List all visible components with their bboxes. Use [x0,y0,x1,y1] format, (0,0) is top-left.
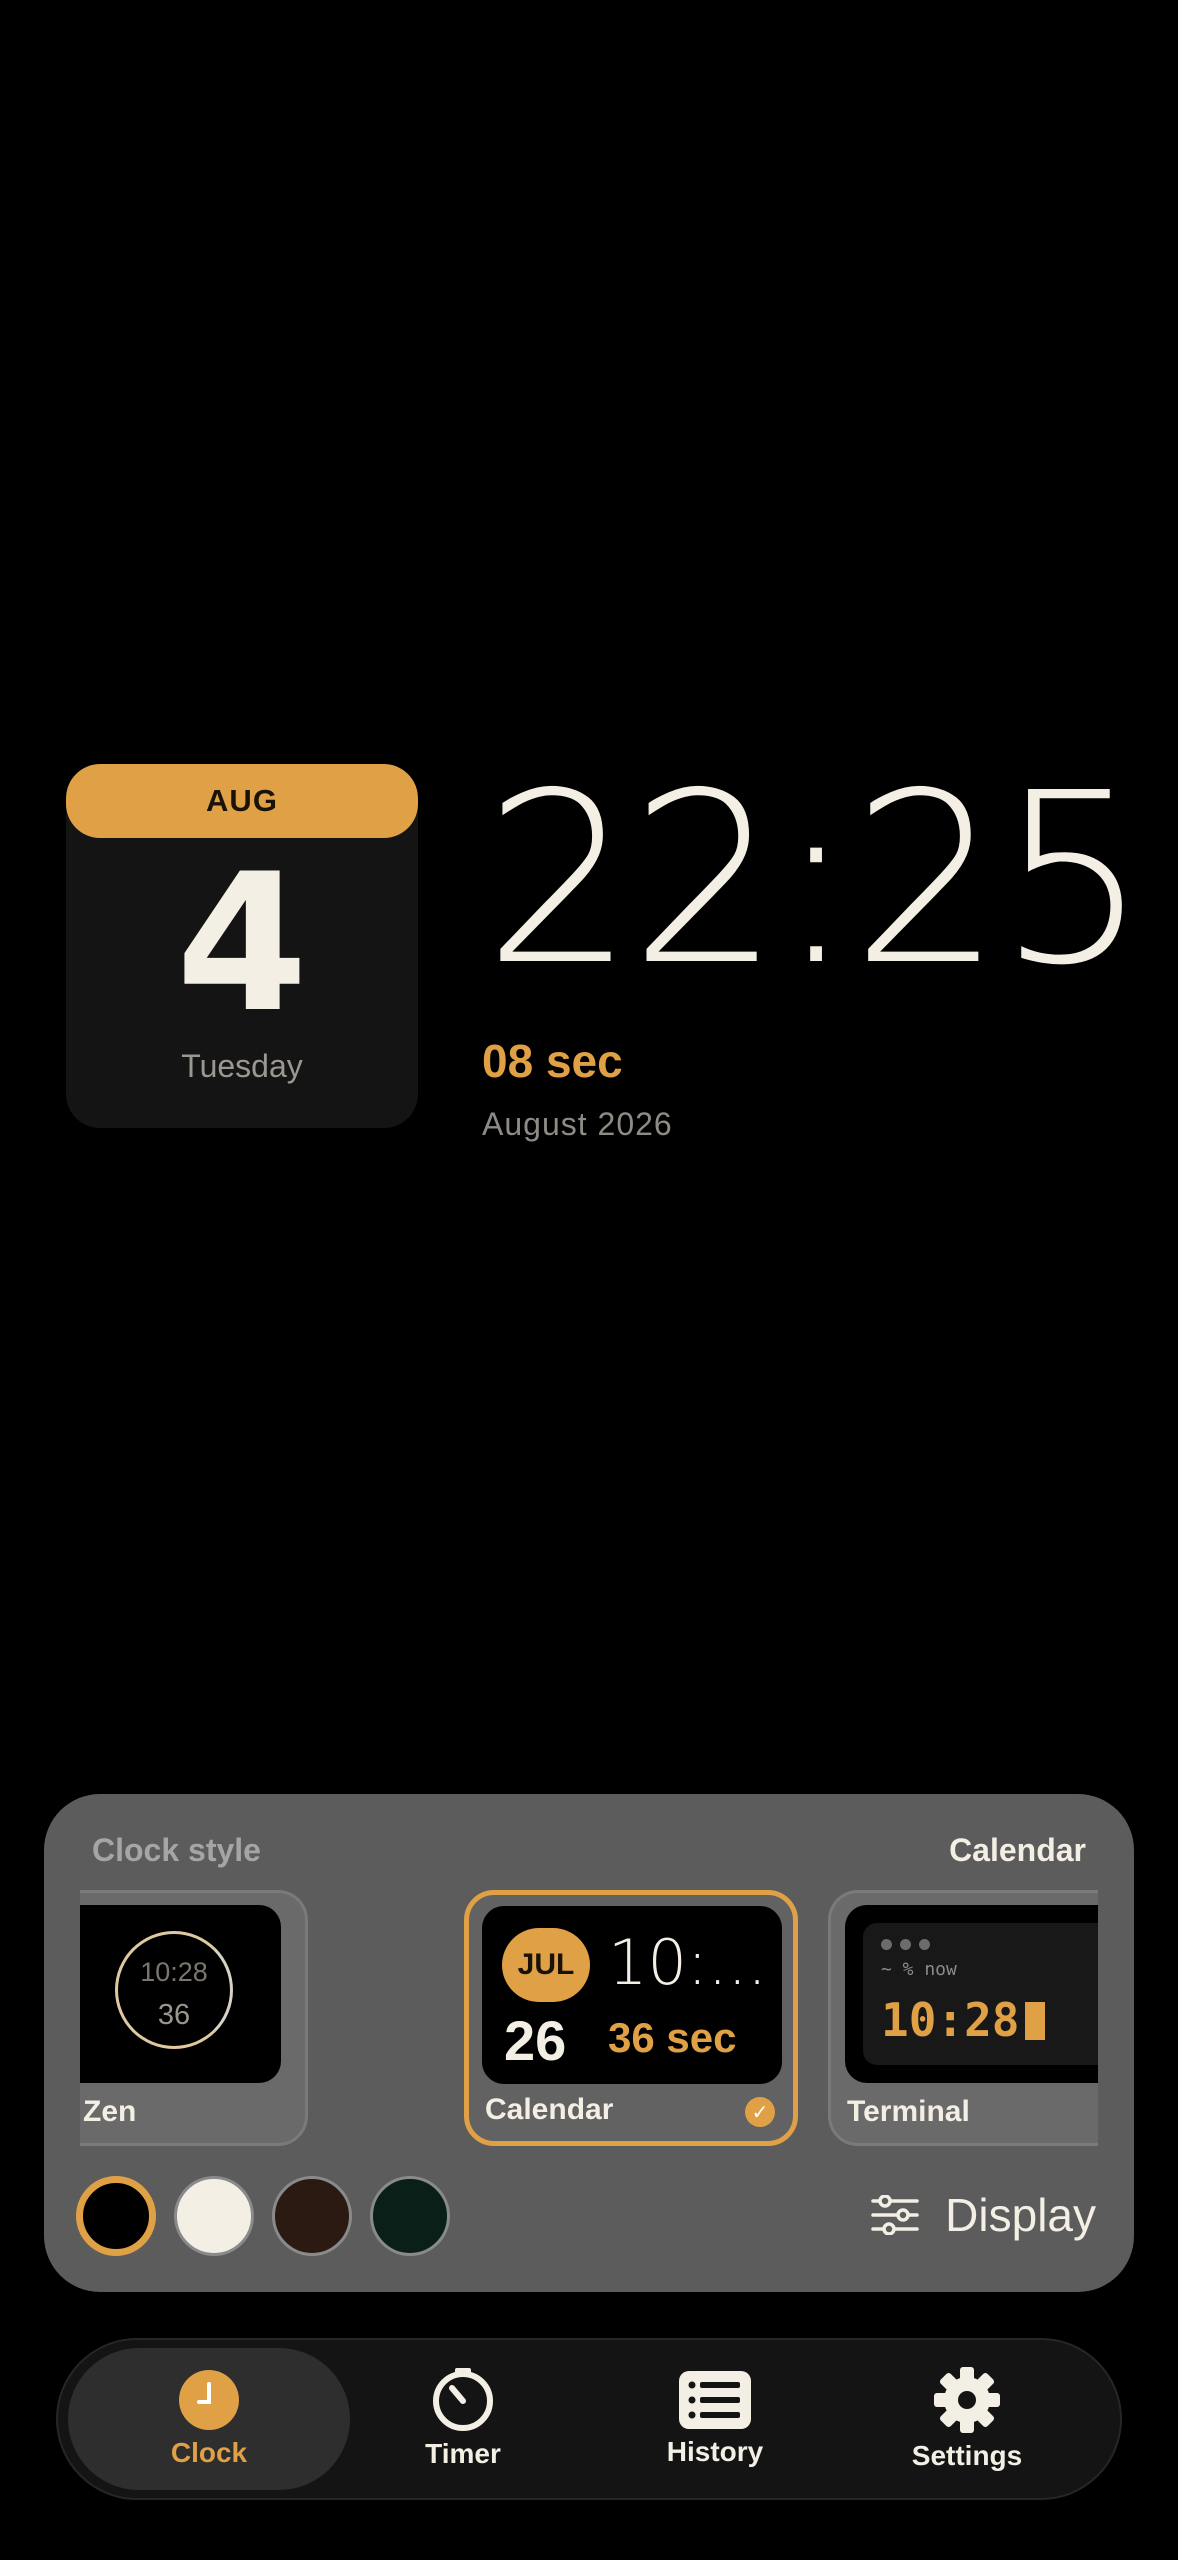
current-style-label: Calendar [949,1832,1086,1868]
calendar-preview-month: JUL [502,1928,590,2002]
swatch-brown[interactable] [272,2176,352,2256]
style-label-zen: Zen [83,2095,137,2128]
month-badge: AUG [66,764,418,838]
bottom-nav: Clock Timer History Settings [56,2338,1122,2500]
terminal-time-row: 10:28 [881,1993,1046,2047]
swatch-black[interactable] [76,2176,156,2256]
month-year-label: August 2026 [482,1106,673,1142]
clock-icon [179,2370,239,2430]
zen-preview-time: 10:28 [140,1957,208,1987]
nav-label-settings: Settings [911,2440,1023,2471]
nav-label-history: History [666,2436,764,2467]
terminal-preview-time: 10:28 [881,1993,1020,2047]
style-label-terminal: Terminal [847,2095,970,2128]
date-card: AUG 4 Tuesday [66,764,418,1128]
calendar-preview: JUL 26 10:... 36 sec [482,1906,782,2084]
nav-timer[interactable]: Timer [322,2348,604,2490]
color-swatches [76,2176,450,2256]
sliders-icon [871,2195,919,2235]
style-carousel[interactable]: 10:28 36 Zen JUL 26 10:... 36 sec Calend… [80,1890,1098,2146]
calendar-preview-seconds: 36 sec [608,2014,737,2061]
clock-style-panel: Clock style Calendar 10:28 36 Zen JUL 26… [44,1794,1134,2292]
nav-label-clock: Clock [170,2437,248,2468]
style-card-zen[interactable]: 10:28 36 Zen [80,1890,308,2146]
nav-clock[interactable]: Clock [68,2348,350,2490]
terminal-prompt: ~ % now [881,1959,957,1980]
cursor-icon [1025,2002,1046,2040]
terminal-preview: ~ % now 10:28 [845,1905,1098,2083]
display-button[interactable]: Display [871,2184,1096,2246]
zen-preview-seconds: 36 [157,1999,191,2031]
display-label: Display [945,2189,1096,2241]
timer-icon [433,2368,493,2431]
window-dots-icon [881,1939,930,1950]
day-number: 4 [175,833,309,1054]
check-icon: ✓ [745,2097,775,2127]
panel-title: Clock style [92,1832,261,1868]
calendar-preview-time: 10:... [608,1926,767,1999]
zen-preview: 10:28 36 [80,1905,281,2083]
weekday-label: Tuesday [181,1048,303,1084]
calendar-preview-day: 26 [504,2009,567,2072]
style-label-calendar: Calendar [485,2093,614,2126]
terminal-window: ~ % now 10:28 [863,1923,1098,2065]
nav-settings[interactable]: Settings [826,2348,1108,2490]
swatch-cream[interactable] [174,2176,254,2256]
nav-label-timer: Timer [425,2438,501,2469]
nav-history[interactable]: History [574,2348,856,2490]
clock-time: 22:25 [484,742,1148,1017]
clock-seconds: 08 sec [482,1035,623,1087]
style-card-terminal[interactable]: ~ % now 10:28 Terminal [828,1890,1098,2146]
swatch-dark-green[interactable] [370,2176,450,2256]
style-card-calendar[interactable]: JUL 26 10:... 36 sec Calendar ✓ [464,1890,798,2146]
settings-icon [934,2367,1000,2433]
history-icon [679,2371,751,2429]
